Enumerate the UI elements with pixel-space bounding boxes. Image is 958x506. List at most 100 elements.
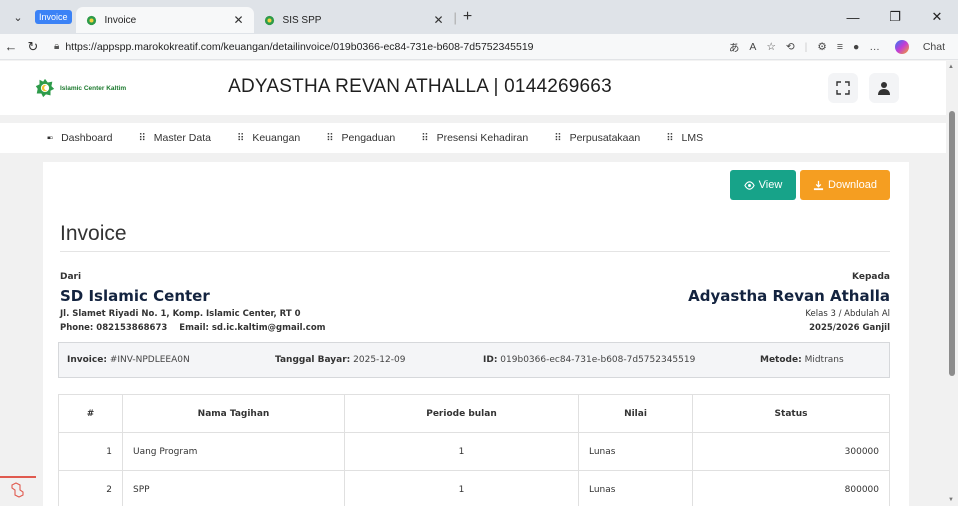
new-tab-plus-icon[interactable]: + bbox=[463, 8, 472, 26]
menu-item-label: LMS bbox=[681, 132, 704, 144]
tab-close-icon[interactable]: ✕ bbox=[233, 13, 243, 27]
url-field[interactable]: 🔒︎ https://appspp.marokokreatif.com/keua… bbox=[48, 37, 738, 57]
col-header-status: Status bbox=[692, 394, 890, 433]
read-aloud-icon[interactable]: A bbox=[749, 41, 756, 53]
menu-item-presensi[interactable]: ⠿ Presensi Kehadiran bbox=[421, 132, 528, 144]
from-email: Email: sd.ic.kaltim@gmail.com bbox=[179, 323, 326, 333]
close-window-icon[interactable]: ✕ bbox=[916, 9, 958, 25]
menu-item-label: Pengaduan bbox=[341, 132, 396, 144]
debug-bar-accent bbox=[0, 476, 36, 478]
download-button-label: Download bbox=[828, 179, 877, 191]
cell-period: 1 bbox=[344, 470, 579, 506]
view-button-label: View bbox=[758, 179, 783, 191]
url-text: https://appspp.marokokreatif.com/keuanga… bbox=[65, 40, 534, 53]
menu-item-perpustakaan[interactable]: ⠿ Perpusatakaan bbox=[554, 132, 640, 144]
cell-status: 800000 bbox=[692, 470, 890, 506]
col-header-value: Nilai bbox=[578, 394, 693, 433]
favorites-list-icon[interactable]: ≡ bbox=[837, 41, 843, 53]
grid-icon: ⠿ bbox=[326, 132, 333, 144]
page-viewport: Islamic Center Kaltim ADYASTHA REVAN ATH… bbox=[0, 61, 946, 506]
invoice-heading: Invoice bbox=[60, 222, 127, 245]
from-contact: Phone: 082153868673 Email: sd.ic.kaltim@g… bbox=[60, 323, 326, 333]
divider bbox=[60, 251, 890, 252]
grid-icon: ⠿ bbox=[138, 132, 145, 144]
col-header-period: Periode bulan bbox=[344, 394, 579, 433]
site-favicon-icon bbox=[264, 15, 274, 25]
menu-item-keuangan[interactable]: ⠿ Keuangan bbox=[237, 132, 300, 144]
app-header: Islamic Center Kaltim ADYASTHA REVAN ATH… bbox=[0, 61, 946, 115]
invoice-items-table: # Nama Tagihan Periode bulan Nilai Statu… bbox=[58, 394, 890, 506]
tab-sis-spp[interactable]: SIS SPP ✕ bbox=[254, 7, 454, 33]
tab-invoice[interactable]: Invoice ✕ bbox=[75, 7, 254, 33]
cell-number: 2 bbox=[58, 470, 123, 506]
site-favicon-icon bbox=[86, 15, 96, 25]
payment-date: Tanggal Bayar: 2025-12-09 bbox=[275, 355, 406, 365]
divider: | bbox=[804, 41, 808, 53]
user-menu-button[interactable] bbox=[869, 73, 899, 103]
to-period: 2025/2026 Ganjil bbox=[809, 323, 890, 333]
cell-value: Lunas bbox=[578, 470, 693, 506]
more-menu-icon[interactable]: … bbox=[869, 41, 880, 53]
to-name: Adyastha Revan Athalla bbox=[688, 287, 890, 305]
scroll-down-arrow-icon[interactable]: ▼ bbox=[948, 497, 954, 503]
tab-group-chip[interactable]: Invoice bbox=[35, 10, 72, 24]
favorite-star-icon[interactable]: ☆ bbox=[766, 41, 775, 53]
cell-status: 300000 bbox=[692, 432, 890, 471]
fullscreen-button[interactable] bbox=[828, 73, 858, 103]
grid-icon: ⠿ bbox=[236, 132, 244, 144]
invoice-card: View Download Invoice Dari SD Islamic Ce… bbox=[43, 162, 909, 506]
user-icon bbox=[878, 82, 890, 95]
grid-icon: ⠿ bbox=[554, 132, 561, 144]
cell-name: Uang Program bbox=[122, 432, 345, 471]
page-scrollbar[interactable]: ▲ ▼ bbox=[946, 61, 958, 506]
copilot-chat-button[interactable]: Chat bbox=[890, 40, 950, 54]
tab-actions-chevron-icon[interactable]: ⌄ bbox=[5, 6, 31, 28]
menu-item-lms[interactable]: ⠿ LMS bbox=[666, 132, 703, 144]
scrollbar-thumb[interactable] bbox=[949, 111, 955, 376]
menu-item-label: Keuangan bbox=[252, 132, 301, 144]
col-header-number: # bbox=[58, 394, 123, 433]
to-label: Kepada bbox=[852, 272, 890, 282]
tab-close-icon[interactable]: ✕ bbox=[433, 13, 443, 27]
translate-icon[interactable]: あ bbox=[729, 40, 740, 55]
copilot-label: Chat bbox=[922, 41, 945, 53]
tab-title: SIS SPP bbox=[282, 14, 322, 26]
extensions-icon[interactable]: ⚙ bbox=[817, 41, 826, 53]
dashboard-icon: ▪▫ bbox=[47, 132, 53, 144]
grid-icon: ⠿ bbox=[666, 132, 673, 144]
cell-number: 1 bbox=[58, 432, 123, 471]
download-button[interactable]: Download bbox=[800, 170, 890, 200]
eye-icon bbox=[743, 180, 755, 190]
menu-item-label: Presensi Kehadiran bbox=[436, 132, 529, 144]
browser-address-bar: ← ↻ 🔒︎ https://appspp.marokokreatif.com/… bbox=[0, 34, 958, 60]
grid-icon: ⠿ bbox=[421, 132, 428, 144]
main-menu: ▪▫ Dashboard ⠿ Master Data ⠿ Keuangan ⠿ … bbox=[0, 123, 946, 153]
download-icon bbox=[813, 180, 824, 190]
invoice-to: Kepada Adyastha Revan Athalla Kelas 3 / … bbox=[688, 272, 890, 333]
cell-period: 1 bbox=[344, 432, 579, 471]
from-label: Dari bbox=[60, 272, 82, 282]
from-name: SD Islamic Center bbox=[60, 287, 210, 305]
invoice-number: Invoice: #INV-NPDLEEA0N bbox=[67, 355, 190, 365]
view-button[interactable]: View bbox=[730, 170, 796, 200]
menu-item-master-data[interactable]: ⠿ Master Data bbox=[138, 132, 211, 144]
refresh-page-icon[interactable]: ⟲ bbox=[786, 41, 795, 53]
menu-item-label: Perpusatakaan bbox=[569, 132, 641, 144]
restore-icon[interactable]: ❐ bbox=[874, 9, 916, 25]
invoice-from: Dari SD Islamic Center Jl. Slamet Riyadi… bbox=[60, 272, 326, 333]
table-header-row: # Nama Tagihan Periode bulan Nilai Statu… bbox=[58, 394, 890, 433]
scroll-up-arrow-icon[interactable]: ▲ bbox=[948, 64, 954, 70]
back-arrow-icon[interactable]: ← bbox=[0, 39, 22, 54]
laravel-debug-icon[interactable] bbox=[10, 482, 24, 498]
page-title: ADYASTHA REVAN ATHALLA | 0144269663 bbox=[228, 76, 612, 97]
minimize-icon[interactable]: — bbox=[832, 10, 874, 25]
profile-avatar-icon[interactable]: ● bbox=[853, 41, 859, 53]
reload-icon[interactable]: ↻ bbox=[22, 39, 44, 55]
menu-item-dashboard[interactable]: ▪▫ Dashboard bbox=[47, 132, 112, 144]
menu-item-pengaduan[interactable]: ⠿ Pengaduan bbox=[326, 132, 395, 144]
lock-icon: 🔒︎ bbox=[54, 41, 60, 52]
window-controls: — ❐ ✕ bbox=[832, 0, 958, 34]
cell-value: Lunas bbox=[578, 432, 693, 471]
menu-item-label: Dashboard bbox=[61, 132, 113, 144]
tab-title: Invoice bbox=[104, 14, 137, 26]
